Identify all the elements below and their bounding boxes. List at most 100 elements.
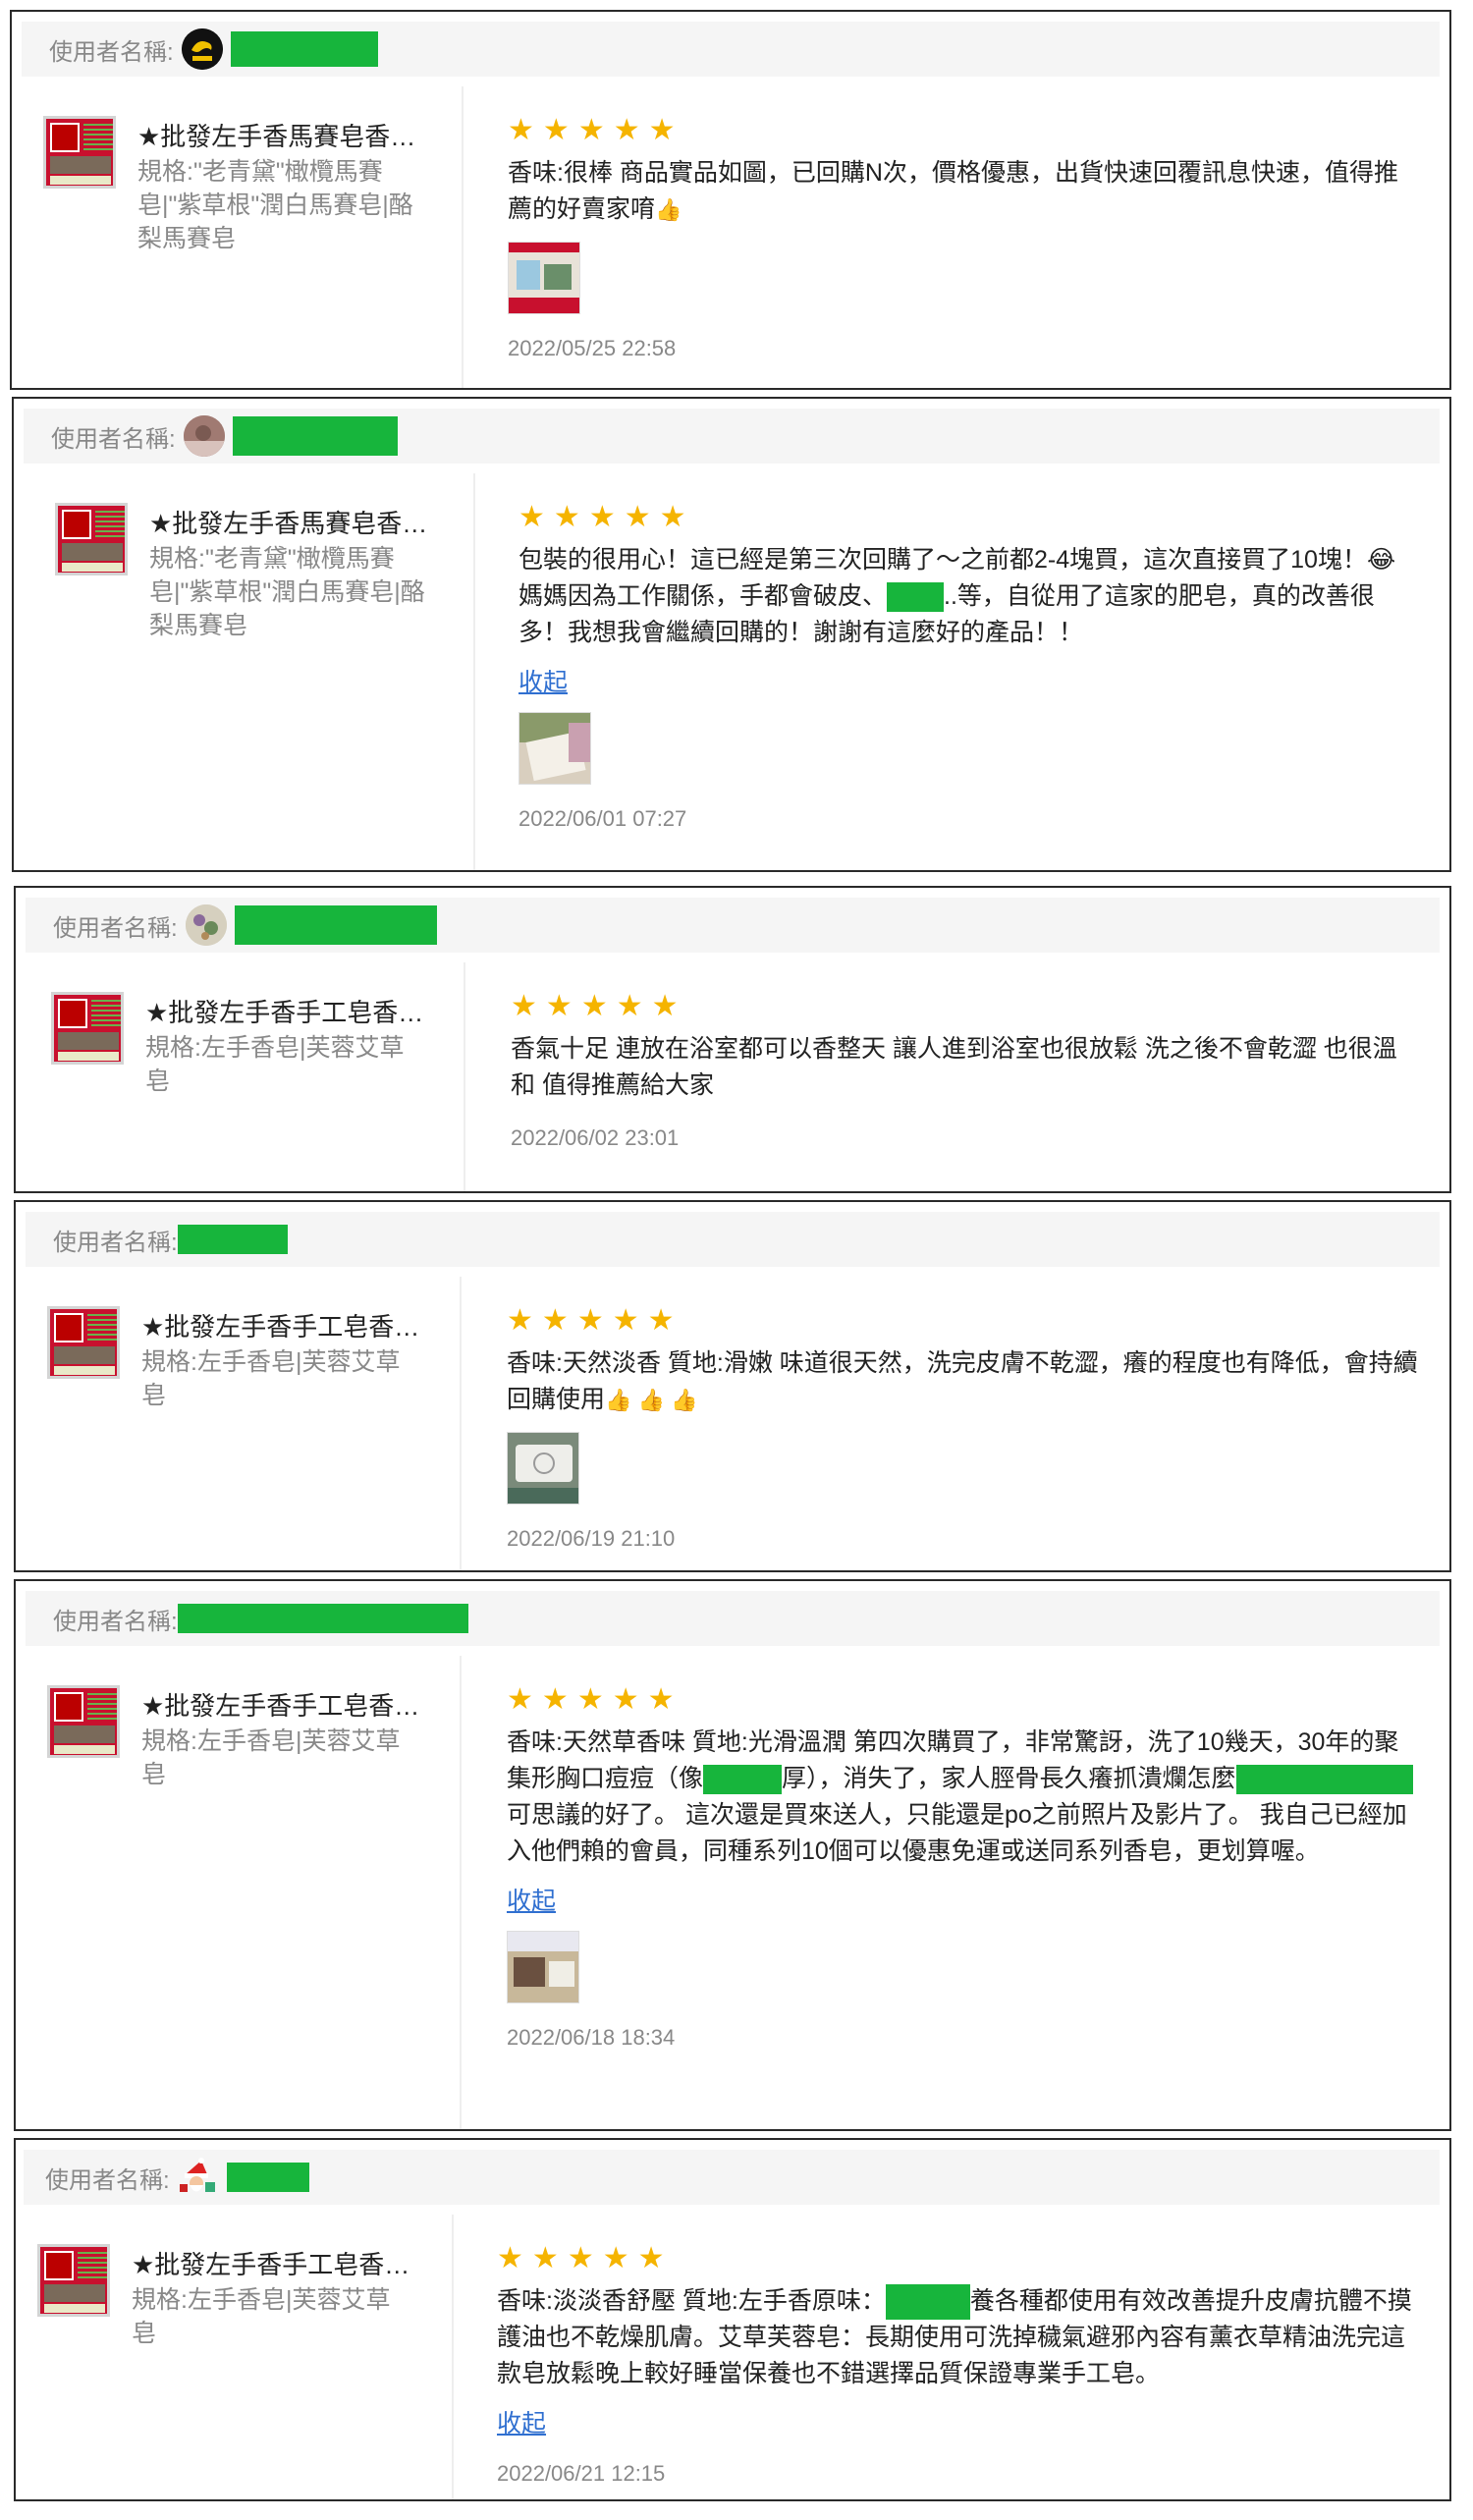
star-icon: ★ bbox=[518, 501, 545, 533]
review-photo[interactable] bbox=[507, 1931, 579, 2003]
review-photo[interactable] bbox=[507, 1432, 579, 1505]
collapse-link[interactable]: 收起 bbox=[497, 2404, 546, 2439]
rating-stars: ★ ★ ★ ★ ★ bbox=[507, 1306, 1420, 1336]
product-name[interactable]: ★批發左手香馬賽皂香… bbox=[137, 120, 442, 153]
star-icon: ★ bbox=[637, 2242, 665, 2274]
product-thumbnail[interactable] bbox=[43, 116, 116, 189]
product-name[interactable]: ★批發左手香手工皂香… bbox=[145, 996, 450, 1029]
review-list: 使用者名稱: ★批發左手香馬賽皂香… 規格:"老青黛"橄欖馬賽皂|"紫草根"潤白… bbox=[0, 0, 1473, 2520]
redacted-username bbox=[232, 416, 398, 456]
redacted-text bbox=[887, 582, 945, 613]
collapse-link[interactable]: 收起 bbox=[518, 663, 568, 698]
star-icon: ★ bbox=[588, 501, 616, 533]
review-date: 2022/06/01 07:27 bbox=[518, 806, 687, 831]
column-divider bbox=[473, 473, 475, 870]
review-body: ★ ★ ★ ★ ★ 香氣十足 連放在浴室都可以香整天 讓人進到浴室也很放鬆 洗之後不會乾… bbox=[511, 992, 1420, 1151]
user-bar: 使用者名稱: bbox=[26, 1212, 1440, 1267]
star-icon: ★ bbox=[648, 114, 676, 146]
review-photo[interactable] bbox=[508, 242, 580, 314]
review-date: 2022/06/02 23:01 bbox=[511, 1125, 680, 1150]
product-spec: 規格:左手香皂|芙蓉艾草皂 bbox=[132, 2286, 391, 2347]
product-spec: 規格:左手香皂|芙蓉艾草皂 bbox=[145, 1034, 405, 1095]
star-icon: ★ bbox=[508, 114, 534, 146]
star-icon: ★ bbox=[647, 1304, 675, 1337]
thumbs-up-icon: 👍 👍 👍 bbox=[605, 1388, 698, 1412]
redacted-username bbox=[230, 31, 378, 67]
star-icon: ★ bbox=[576, 1683, 604, 1716]
column-divider bbox=[460, 1656, 462, 2129]
product-spec: 規格:左手香皂|芙蓉艾草皂 bbox=[141, 1727, 401, 1788]
user-bar: 使用者名稱: bbox=[24, 409, 1440, 464]
review-card: 使用者名稱: ★批發左手香馬賽皂香… 規格:"老青黛"橄欖馬賽皂|"紫草根"潤白… bbox=[10, 10, 1451, 390]
column-divider bbox=[460, 1277, 462, 1570]
review-card: 使用者名稱: ★批發左手香手工皂香… 規格:左手香皂|芙蓉艾草皂 ★ ★ ★ ★ ★ 香… bbox=[14, 1579, 1451, 2131]
star-icon: ★ bbox=[613, 114, 640, 146]
redacted-username bbox=[234, 905, 437, 945]
review-text: 香味:淡淡香舒壓 質地:左手香原味： 養各種都使用有效改善提升皮膚抗體不摸護油也不… bbox=[497, 2283, 1420, 2392]
username-label: 使用者名稱: bbox=[51, 425, 176, 453]
rating-stars: ★ ★ ★ ★ ★ bbox=[508, 116, 1420, 145]
product-thumbnail[interactable] bbox=[55, 503, 128, 575]
review-text: 包裝的很用心！這已經是第三次回購了～之前都2-4塊買，這次直接買了10塊！😂媽媽… bbox=[518, 546, 1396, 646]
rating-stars: ★ ★ ★ ★ ★ bbox=[511, 992, 1420, 1021]
rating-stars: ★ ★ ★ ★ ★ bbox=[497, 2244, 1420, 2273]
product-name[interactable]: ★批發左手香手工皂香… bbox=[141, 1689, 446, 1723]
product-spec: 規格:左手香皂|芙蓉艾草皂 bbox=[141, 1348, 401, 1409]
star-icon: ★ bbox=[616, 990, 643, 1022]
review-text: 香味:很棒 商品實品如圖，已回購N次，價格優惠，出貨快速回覆訊息快速，值得推薦的… bbox=[508, 159, 1398, 223]
star-icon: ★ bbox=[531, 2242, 559, 2274]
product-thumbnail[interactable] bbox=[37, 2244, 110, 2317]
redacted-text bbox=[1235, 1765, 1374, 1795]
product-thumbnail[interactable] bbox=[47, 1685, 120, 1758]
review-body: ★ ★ ★ ★ ★ 香味:天然草香味 質地:光滑溫潤 第四次購買了，非常驚訝，洗了10幾… bbox=[507, 1685, 1420, 2051]
review-photo[interactable] bbox=[518, 712, 591, 785]
star-icon: ★ bbox=[545, 990, 573, 1022]
review-card: 使用者名稱: ★批發左手香手工皂香… 規格:左手香皂|芙蓉艾草皂 ★ ★ ★ ★ ★ 香… bbox=[14, 886, 1451, 1193]
review-body: ★ ★ ★ ★ ★ 香味:很棒 商品實品如圖，已回購N次，價格優惠，出貨快速回覆訊息快速… bbox=[508, 116, 1420, 361]
star-icon: ★ bbox=[659, 501, 686, 533]
review-text: 香味:天然草香味 質地:光滑溫潤 第四次購買了，非常驚訝，洗了10幾天，30年的… bbox=[507, 1725, 1420, 1870]
star-icon: ★ bbox=[511, 990, 537, 1022]
username-label: 使用者名稱: bbox=[53, 1229, 178, 1256]
review-card: 使用者名稱: ★批發左手香手工皂香… 規格:左手香皂|芙蓉艾草皂 ★ ★ ★ ★ ★ 香… bbox=[14, 1200, 1451, 1572]
star-icon: ★ bbox=[542, 114, 570, 146]
photo-avatar-icon[interactable] bbox=[183, 415, 225, 457]
user-bar: 使用者名稱: bbox=[22, 22, 1440, 77]
collapse-link[interactable]: 收起 bbox=[507, 1882, 556, 1917]
user-bar: 使用者名稱: bbox=[24, 2150, 1440, 2205]
review-card: 使用者名稱: ★批發左手香馬賽皂香… 規格:"老青黛"橄欖馬賽皂|"紫草根"潤白… bbox=[12, 397, 1451, 872]
product-thumbnail[interactable] bbox=[47, 1306, 120, 1379]
product-name[interactable]: ★批發左手香手工皂香… bbox=[132, 2248, 436, 2281]
star-icon: ★ bbox=[541, 1683, 569, 1716]
redacted-username bbox=[226, 2163, 309, 2192]
santa-avatar-icon[interactable] bbox=[178, 2157, 219, 2198]
bird-logo-icon[interactable] bbox=[181, 28, 223, 70]
review-date: 2022/06/18 18:34 bbox=[507, 2025, 676, 2050]
review-body: ★ ★ ★ ★ ★ 包裝的很用心！這已經是第三次回購了～之前都2-4塊買，這次直接買了1… bbox=[518, 503, 1420, 832]
user-bar: 使用者名稱: bbox=[26, 1591, 1440, 1646]
star-icon: ★ bbox=[647, 1683, 675, 1716]
product-spec: 規格:"老青黛"橄欖馬賽皂|"紫草根"潤白馬賽皂|酪梨馬賽皂 bbox=[149, 545, 425, 639]
username-label: 使用者名稱: bbox=[49, 38, 174, 66]
star-icon: ★ bbox=[577, 114, 605, 146]
product-thumbnail[interactable] bbox=[51, 992, 124, 1065]
thumbs-up-icon: 👍 bbox=[655, 197, 682, 222]
redacted-text bbox=[885, 2284, 970, 2321]
review-body: ★ ★ ★ ★ ★ 香味:淡淡香舒壓 質地:左手香原味： 養各種都使用有效改善提升皮膚抗體… bbox=[497, 2244, 1420, 2487]
star-icon: ★ bbox=[612, 1683, 639, 1716]
star-icon: ★ bbox=[567, 2242, 594, 2274]
star-icon: ★ bbox=[576, 1304, 604, 1337]
product-name[interactable]: ★批發左手香馬賽皂香… bbox=[149, 507, 454, 540]
star-icon: ★ bbox=[580, 990, 608, 1022]
product-name[interactable]: ★批發左手香手工皂香… bbox=[141, 1310, 446, 1343]
review-date: 2022/06/21 12:15 bbox=[497, 2461, 666, 2487]
username-label: 使用者名稱: bbox=[53, 914, 178, 942]
flower-avatar-icon[interactable] bbox=[185, 904, 227, 946]
username-label: 使用者名稱: bbox=[53, 1608, 178, 1635]
star-icon: ★ bbox=[553, 501, 580, 533]
star-icon: ★ bbox=[651, 990, 679, 1022]
star-icon: ★ bbox=[602, 2242, 629, 2274]
star-icon: ★ bbox=[612, 1304, 639, 1337]
star-icon: ★ bbox=[624, 501, 651, 533]
column-divider bbox=[464, 962, 465, 1191]
